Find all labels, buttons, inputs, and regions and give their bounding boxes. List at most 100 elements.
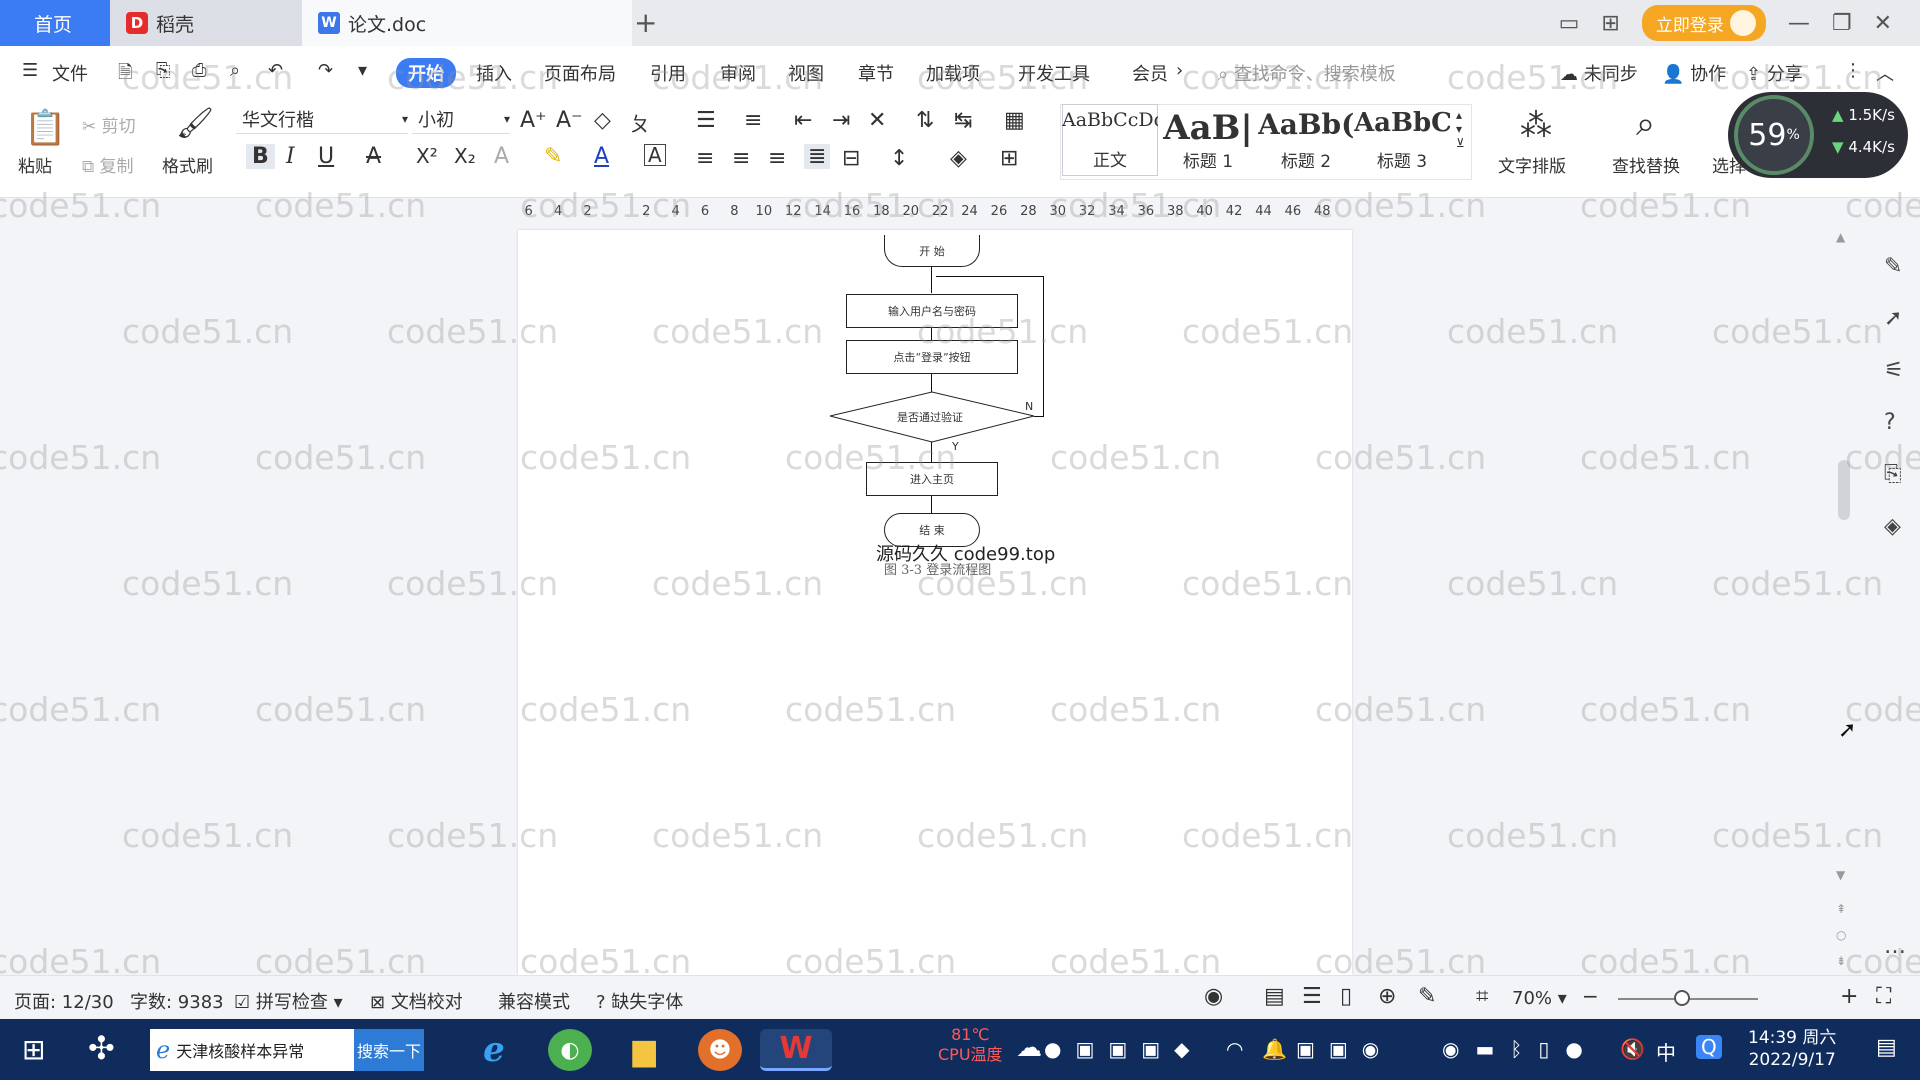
chinese-layout-icon[interactable]: ✕ [868, 108, 886, 133]
fit-page-icon[interactable]: ⌗ [1476, 984, 1488, 1009]
ie-browser-icon[interactable]: ℯ [472, 1029, 516, 1071]
format-painter-button[interactable]: 格式刷 [162, 152, 213, 177]
text-effect-icon[interactable]: A [494, 144, 509, 169]
text-layout-button[interactable]: 文字排版 [1498, 152, 1566, 177]
decrease-font-icon[interactable]: A⁻ [556, 108, 583, 133]
style-heading1[interactable]: AaB| 标题 1 [1160, 104, 1256, 176]
eye-protection-icon[interactable]: ◉ [1204, 984, 1223, 1009]
wps-writer-taskbar-icon[interactable]: W [760, 1029, 832, 1071]
justify-icon[interactable]: ≣ [804, 144, 831, 169]
style-gallery-scroll-icon[interactable]: ▴ ▾ ⊻ [1456, 108, 1465, 150]
zoom-slider-thumb[interactable] [1674, 990, 1690, 1006]
align-center-icon[interactable]: ≡ [732, 146, 750, 171]
menu-tab-chapter[interactable]: 章节 [858, 60, 894, 86]
show-marks-icon[interactable]: ▦ [1004, 108, 1025, 133]
reading-view-icon[interactable]: ▯ [1340, 984, 1352, 1009]
apps-grid-icon[interactable]: ⊞ [1601, 11, 1619, 36]
page-view-icon[interactable]: ▤ [1264, 984, 1285, 1009]
spell-check-button[interactable]: ☑ 拼写检查 ▾ [234, 988, 343, 1014]
print-preview-icon[interactable]: ⌕ [230, 60, 240, 81]
sort-icon[interactable]: ⇅ [916, 108, 934, 133]
menu-tab-page-layout[interactable]: 页面布局 [544, 60, 616, 86]
close-icon[interactable]: ✕ [1874, 11, 1892, 36]
style-heading2[interactable]: AaBb( 标题 2 [1258, 104, 1354, 176]
shading-icon[interactable]: ◈ [950, 146, 967, 171]
find-replace-button[interactable]: 查找替换 [1612, 152, 1680, 177]
zoom-in-icon[interactable]: + [1840, 984, 1858, 1009]
windows-start-icon[interactable]: ⊞ [22, 1033, 45, 1066]
vertical-scrollbar[interactable] [1836, 230, 1852, 970]
tab-home[interactable]: 首页 [0, 0, 110, 46]
file-explorer-icon[interactable]: ▆ [622, 1029, 666, 1071]
cpu-temp-widget[interactable]: 81℃ CPU温度 [938, 1025, 1003, 1065]
page-nav-icons[interactable]: ⇞ ○ ⇟ [1836, 896, 1846, 974]
align-left-icon[interactable]: ≡ [696, 146, 714, 171]
scroll-down-icon[interactable]: ▼ [1836, 868, 1845, 882]
qq-tray-icon[interactable]: Q [1696, 1035, 1722, 1059]
menu-tab-addins[interactable]: 加载项 [926, 60, 980, 86]
taskbar-clock[interactable]: 14:39 周六 2022/9/17 [1748, 1027, 1836, 1071]
increase-font-icon[interactable]: A⁺ [520, 108, 547, 133]
format-painter-icon[interactable]: 🖌 [176, 106, 214, 141]
superscript-button[interactable]: X² [416, 144, 438, 168]
menu-tab-review[interactable]: 审阅 [720, 60, 756, 86]
vertical-scroll-thumb[interactable] [1838, 460, 1850, 520]
menu-tab-view[interactable]: 视图 [788, 60, 824, 86]
sync-status[interactable]: ☁ 未同步 [1560, 60, 1638, 86]
restore-icon[interactable]: ❐ [1832, 11, 1852, 36]
menu-tab-reference[interactable]: 引用 [650, 60, 686, 86]
tray-more-icons[interactable]: ▣▣◉ [1296, 1037, 1393, 1061]
font-color-icon[interactable]: A [594, 144, 609, 169]
search-command-input[interactable]: ⌕ 查找命令、搜索模板 [1218, 60, 1396, 86]
distribute-icon[interactable]: ⊟ [842, 146, 860, 171]
missing-font-button[interactable]: ? 缺失字体 [596, 988, 683, 1014]
taskbar-search-button[interactable]: 搜索一下 [354, 1029, 424, 1071]
redo-icon[interactable]: ↷ [318, 60, 333, 81]
align-right-icon[interactable]: ≡ [768, 146, 786, 171]
horizontal-ruler[interactable]: 6 4 2 2 4 6 8 10 12 14 16 18 20 22 24 26 28 30 32 34 36 38 40 4… [0, 198, 1920, 224]
export-icon[interactable]: ⎘ [156, 60, 170, 81]
write-mode-icon[interactable]: ✎ [1418, 984, 1436, 1009]
taskbar-search-box[interactable]: ℯ 天津核酸样本异常 搜索一下 [150, 1029, 424, 1071]
doc-tools-icon[interactable]: ⎘ [1884, 462, 1902, 487]
word-count[interactable]: 字数: 9383 [130, 988, 224, 1014]
copy-button[interactable]: ⧉ 复制 [82, 152, 134, 177]
font-name-select[interactable]: 华文行楷 ▾ [236, 104, 408, 134]
adjust-icon[interactable]: ⚟ [1884, 358, 1904, 383]
bold-button[interactable]: B [246, 144, 275, 169]
pinwheel-app-icon[interactable]: ✣ [88, 1029, 115, 1067]
help-icon[interactable]: ? [1884, 410, 1896, 435]
cut-button[interactable]: ✂ 剪切 [82, 112, 136, 137]
more-options-icon[interactable]: ⋮ [1844, 60, 1862, 81]
italic-button[interactable]: I [286, 144, 295, 169]
login-button[interactable]: 立即登录 [1641, 5, 1766, 41]
borders-icon[interactable]: ⊞ [1000, 146, 1018, 171]
reading-layout-icon[interactable]: ▭ [1559, 11, 1580, 36]
pen-icon[interactable]: ✎ [1884, 254, 1902, 279]
collab-button[interactable]: 👤 协作 [1662, 60, 1726, 86]
underline-button[interactable]: U [318, 144, 334, 169]
zoom-out-icon[interactable]: − [1582, 984, 1599, 1008]
proofread-button[interactable]: ⊠ 文档校对 [370, 988, 463, 1014]
decrease-indent-icon[interactable]: ⇤ [794, 108, 812, 133]
paragraph-direction-icon[interactable]: ↹ [954, 108, 972, 133]
tab-daoke[interactable]: D 稻壳 [110, 0, 302, 46]
collapse-ribbon-icon[interactable]: ︿ [1876, 60, 1894, 86]
subscript-button[interactable]: X₂ [454, 144, 476, 168]
paste-button[interactable]: 粘贴 [18, 152, 52, 177]
tray-app-icons[interactable]: ●▣▣▣◆ [1044, 1037, 1204, 1061]
fullscreen-icon[interactable]: ⛶ [1876, 984, 1891, 1009]
network-speed-widget[interactable]: 59% ▲ 1.5K/s ▼ 4.4K/s [1728, 92, 1908, 178]
tray-system-icons[interactable]: ◉▬ᛒ▯● [1442, 1037, 1599, 1061]
menu-file[interactable]: 文件 [52, 60, 88, 86]
undo-icon[interactable]: ↶ [268, 60, 283, 81]
menu-tab-developer[interactable]: 开发工具 [1018, 60, 1090, 86]
more-sidebar-icon[interactable]: … [1884, 934, 1906, 959]
increase-indent-icon[interactable]: ⇥ [832, 108, 850, 133]
ime-indicator[interactable]: 中 [1656, 1037, 1676, 1066]
outline-view-icon[interactable]: ☰ [1302, 984, 1322, 1009]
char-border-icon[interactable]: A [644, 144, 666, 166]
notification-bell-icon[interactable]: 🔔 [1262, 1037, 1287, 1061]
clear-format-icon[interactable]: ◇ [594, 108, 611, 133]
print-icon[interactable]: ⎙ [192, 60, 206, 81]
